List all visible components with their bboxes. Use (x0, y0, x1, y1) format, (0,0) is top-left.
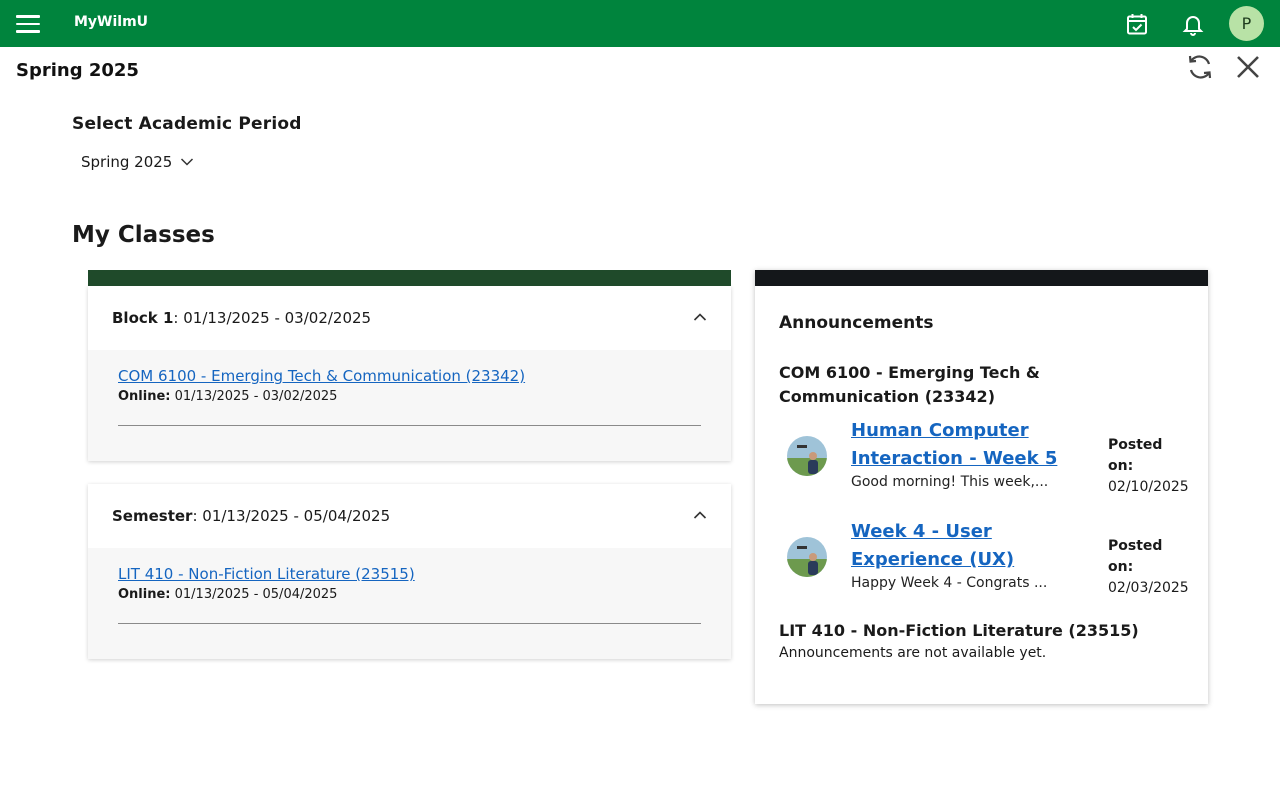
course-meta: Online: 01/13/2025 - 03/02/2025 (118, 389, 701, 404)
announcement-course-title: LIT 410 - Non-Fiction Literature (23515) (779, 619, 1179, 643)
announcements-heading: Announcements (779, 313, 933, 333)
announcement-posted: Posted on: 02/10/2025 (1108, 435, 1188, 498)
close-icon[interactable] (1233, 52, 1263, 82)
app-title[interactable]: MyWilmU (74, 14, 148, 30)
divider (118, 425, 701, 426)
announcement-posted: Posted on: 02/03/2025 (1108, 536, 1188, 599)
posted-date: 02/10/2025 (1108, 479, 1189, 495)
announcement-snippet: Happy Week 4 - Congrats ... (851, 575, 1047, 591)
block-name: Block 1 (112, 309, 173, 327)
posted-date: 02/03/2025 (1108, 580, 1189, 596)
class-block-card: Block 1: 01/13/2025 - 03/02/2025 COM 610… (88, 286, 731, 461)
block-header[interactable]: Semester: 01/13/2025 - 05/04/2025 (88, 484, 731, 548)
academic-period-label: Select Academic Period (72, 114, 302, 134)
announcement-title-link[interactable]: Human Computer Interaction - Week 5 (851, 417, 1071, 473)
divider (118, 623, 701, 624)
posted-label: Posted on: (1108, 435, 1188, 477)
top-app-bar: MyWilmU P (0, 0, 1280, 47)
block-body: LIT 410 - Non-Fiction Literature (23515)… (88, 548, 731, 659)
course-link[interactable]: COM 6100 - Emerging Tech & Communication… (118, 367, 525, 385)
author-avatar (787, 436, 827, 476)
my-classes-heading: My Classes (72, 222, 215, 248)
course-link[interactable]: LIT 410 - Non-Fiction Literature (23515) (118, 565, 415, 583)
user-avatar[interactable]: P (1229, 6, 1264, 41)
academic-period-value: Spring 2025 (81, 153, 172, 171)
calendar-check-icon[interactable] (1122, 9, 1152, 39)
course-mode: Online: (118, 587, 171, 602)
block-header[interactable]: Block 1: 01/13/2025 - 03/02/2025 (88, 286, 731, 350)
posted-label: Posted on: (1108, 536, 1188, 578)
block-dates: : 01/13/2025 - 05/04/2025 (192, 507, 390, 525)
chevron-up-icon (693, 310, 707, 324)
chevron-down-icon (180, 157, 194, 167)
course-mode: Online: (118, 389, 171, 404)
announcement-item: Week 4 - User Experience (UX) Happy Week… (779, 518, 1189, 598)
refresh-icon[interactable] (1185, 52, 1215, 82)
block-body: COM 6100 - Emerging Tech & Communication… (88, 350, 731, 461)
chevron-up-icon (693, 508, 707, 522)
page-title: Spring 2025 (16, 60, 139, 81)
announcement-course-title: COM 6100 - Emerging Tech & Communication… (779, 361, 1179, 409)
course-dates: 01/13/2025 - 03/02/2025 (171, 389, 338, 404)
academic-period-select[interactable]: Spring 2025 (72, 148, 203, 176)
announcement-snippet: Good morning! This week,... (851, 474, 1048, 490)
card-accent-bar (88, 270, 731, 286)
hamburger-menu-icon[interactable] (12, 9, 44, 39)
announcement-title-link[interactable]: Week 4 - User Experience (UX) (851, 518, 1071, 574)
block-dates: : 01/13/2025 - 03/02/2025 (173, 309, 371, 327)
announcements-accent-bar (755, 270, 1208, 286)
course-meta: Online: 01/13/2025 - 05/04/2025 (118, 587, 701, 602)
announcements-empty-message: Announcements are not available yet. (779, 645, 1046, 661)
class-block-card: Semester: 01/13/2025 - 05/04/2025 LIT 41… (88, 484, 731, 659)
bell-icon[interactable] (1178, 9, 1208, 39)
announcement-item: Human Computer Interaction - Week 5 Good… (779, 417, 1189, 497)
block-name: Semester (112, 507, 192, 525)
author-avatar (787, 537, 827, 577)
course-dates: 01/13/2025 - 05/04/2025 (171, 587, 338, 602)
